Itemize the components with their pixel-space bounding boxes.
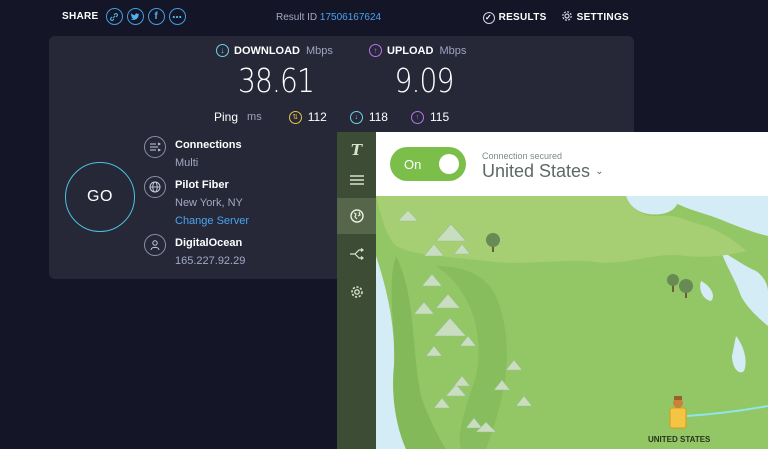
host-info: DigitalOcean 165.227.92.29 xyxy=(144,234,245,270)
connections-info: Connections Multi xyxy=(144,136,242,172)
upload-header: ↑ UPLOAD Mbps xyxy=(369,44,479,57)
ping-download-value: 118 xyxy=(368,110,388,124)
map-pin-label[interactable]: UNITED STATES xyxy=(648,435,710,444)
vpn-map: UNITED STATES xyxy=(376,196,768,449)
gear-icon xyxy=(561,10,573,25)
toggle-label: On xyxy=(404,156,422,172)
vpn-sidebar: T xyxy=(337,132,376,449)
country-name: United States xyxy=(482,161,591,181)
globe-icon xyxy=(144,176,166,198)
results-button[interactable]: ✓ RESULTS xyxy=(482,11,547,24)
jitter-icon: ⇅ xyxy=(288,110,302,124)
ping-upload: ↑ 115 xyxy=(410,110,450,124)
more-icon[interactable] xyxy=(168,8,186,25)
change-server-link[interactable]: Change Server xyxy=(175,212,249,230)
ping-jitter: ⇅ 112 xyxy=(288,110,327,124)
host-name: DigitalOcean xyxy=(175,237,243,249)
split-tunnel-icon[interactable] xyxy=(337,236,376,272)
ping-row: Ping ms ⇅ 112 ↓ 118 ↑ 115 xyxy=(214,110,463,124)
country-selector[interactable]: United States ⌄ xyxy=(482,161,603,182)
top-actions: ✓ RESULTS SETTINGS xyxy=(482,10,629,25)
ping-download: ↓ 118 xyxy=(349,110,388,124)
download-metric: ↓ DOWNLOAD Mbps 38.61 xyxy=(216,44,336,100)
menu-icon[interactable] xyxy=(337,162,376,198)
download-header: ↓ DOWNLOAD Mbps xyxy=(216,44,336,57)
upload-metric: ↑ UPLOAD Mbps 9.09 xyxy=(369,44,479,100)
ping-upload-value: 115 xyxy=(429,110,450,124)
map-artwork xyxy=(376,196,768,449)
share-label: SHARE xyxy=(62,11,99,22)
ping-jitter-value: 112 xyxy=(307,110,327,124)
settings-button[interactable]: SETTINGS xyxy=(561,10,629,25)
connection-status: Connection secured xyxy=(482,151,563,161)
upload-value: 9.09 xyxy=(394,61,454,100)
facebook-icon[interactable]: f xyxy=(147,8,165,25)
result-id-link[interactable]: 17506167624 xyxy=(320,12,381,23)
download-label: DOWNLOAD xyxy=(234,44,300,57)
vpn-app-window: T On Connection secured United States ⌄ xyxy=(337,132,768,449)
toggle-knob xyxy=(439,154,459,174)
connections-value: Multi xyxy=(175,157,199,169)
download-ping-icon: ↓ xyxy=(349,110,363,124)
settings-gear-icon[interactable] xyxy=(337,274,376,310)
settings-label: SETTINGS xyxy=(576,12,629,23)
result-id-label: Result ID xyxy=(276,12,318,23)
isp-info: Pilot Fiber New York, NY Change Server xyxy=(144,176,249,230)
results-label: RESULTS xyxy=(498,12,547,23)
upload-ping-icon: ↑ xyxy=(410,110,424,124)
vpn-toggle[interactable]: On xyxy=(390,147,466,181)
connections-icon xyxy=(144,136,166,158)
check-icon: ✓ xyxy=(482,11,495,24)
ping-label: Ping xyxy=(214,110,239,124)
result-id: Result ID 17506167624 xyxy=(276,12,381,23)
download-unit: Mbps xyxy=(306,44,333,57)
host-ip: 165.227.92.29 xyxy=(175,255,246,267)
isp-location: New York, NY xyxy=(175,197,243,209)
link-icon[interactable] xyxy=(105,8,123,25)
upload-arrow-icon: ↑ xyxy=(369,44,382,57)
globe-nav-icon[interactable] xyxy=(337,198,376,234)
go-button[interactable]: GO xyxy=(65,162,135,232)
download-value: 38.61 xyxy=(237,61,315,100)
connections-title: Connections xyxy=(175,139,242,151)
download-arrow-icon: ↓ xyxy=(216,44,229,57)
top-bar: SHARE f Result ID 17506167624 ✓ RESULTS … xyxy=(0,0,768,34)
user-icon xyxy=(144,234,166,256)
isp-name: Pilot Fiber xyxy=(175,179,229,191)
upload-unit: Mbps xyxy=(439,44,467,57)
twitter-icon[interactable] xyxy=(126,8,144,25)
chevron-down-icon: ⌄ xyxy=(595,166,604,177)
vpn-header: On Connection secured United States ⌄ xyxy=(376,132,768,196)
vpn-logo: T xyxy=(350,141,363,159)
upload-label: UPLOAD xyxy=(387,44,434,57)
ping-unit: ms xyxy=(247,111,262,123)
share-group: SHARE f xyxy=(62,8,186,25)
